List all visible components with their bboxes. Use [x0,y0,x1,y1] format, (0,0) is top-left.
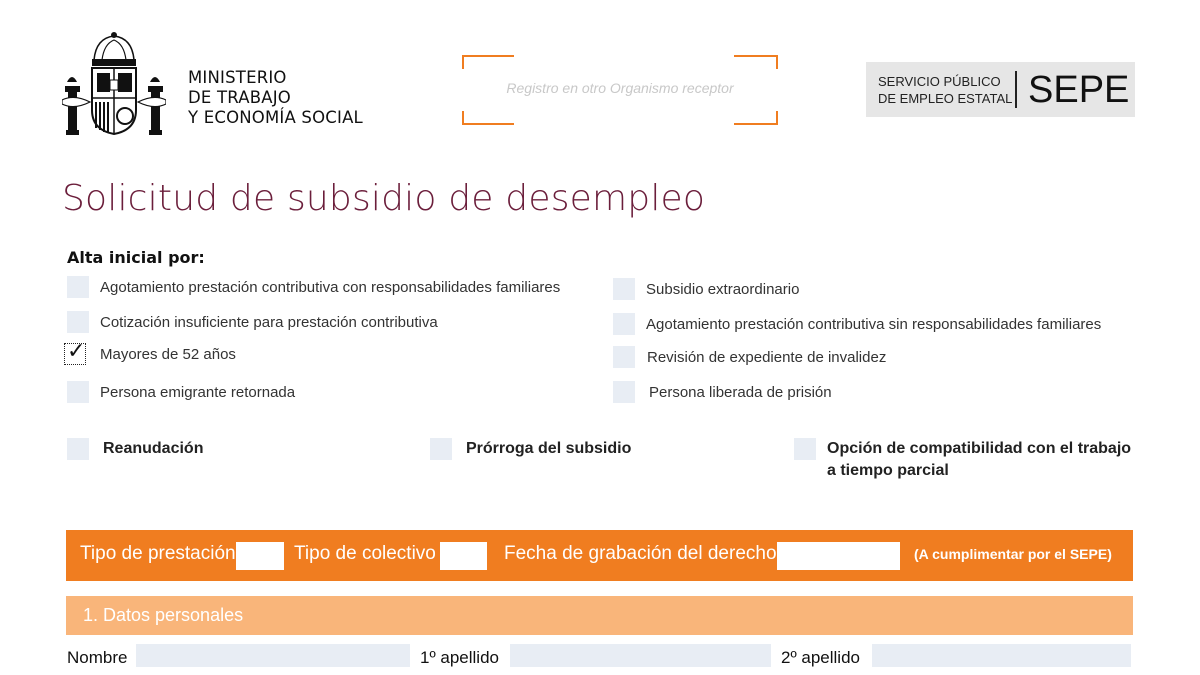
option-label: Persona liberada de prisión [649,383,832,401]
sepe-divider [1015,71,1017,108]
sepe-use-bar: Tipo de prestación Tipo de colectivo Fec… [66,530,1133,581]
tipo-colectivo-label: Tipo de colectivo [294,543,436,564]
sepe-subtitle-line: SERVICIO PÚBLICO [878,74,1001,89]
option-label-line: a tiempo parcial [827,462,949,479]
apellido2-label: 2º apellido [781,648,860,667]
tipo-colectivo-field[interactable] [440,542,487,570]
option-label: Persona emigrante retornada [100,383,296,401]
ministry-name: MINISTERIO DE TRABAJO Y ECONOMÍA SOCIAL [188,68,363,128]
fecha-grabacion-label: Fecha de grabación del derecho [504,543,777,564]
option-revision-invalidez[interactable]: Revisión de expediente de invalidez [613,346,886,368]
option-label: Reanudación [103,440,204,457]
checkbox[interactable] [430,438,452,460]
option-agotamiento-con-responsabilidades[interactable]: Agotamiento prestación contributiva con … [67,276,560,298]
corner-mark [462,55,514,69]
sepe-subtitle: SERVICIO PÚBLICO DE EMPLEO ESTATAL [878,73,1012,107]
option-persona-emigrante[interactable]: Persona emigrante retornada [67,381,295,403]
option-persona-liberada[interactable]: Persona liberada de prisión [613,381,832,403]
corner-mark [734,55,778,69]
option-mayores-52[interactable]: ✓ Mayores de 52 años [64,338,236,365]
checkbox[interactable] [613,278,635,300]
option-subsidio-extraordinario[interactable]: Subsidio extraordinario [613,278,799,300]
sepe-logo: SERVICIO PÚBLICO DE EMPLEO ESTATAL SEPE [866,62,1135,117]
option-label: Mayores de 52 años [100,345,236,363]
corner-mark [462,111,514,125]
option-label: Subsidio extraordinario [646,280,800,298]
sepe-note: (A cumplimentar por el SEPE) [914,546,1112,562]
spanish-coat-of-arms-icon [62,32,166,136]
checkbox[interactable] [67,276,89,298]
tipo-prestacion-label: Tipo de prestación [80,543,236,564]
nombre-label: Nombre [67,648,128,667]
section-datos-personales: 1. Datos personales [66,596,1133,635]
apellido1-label: 1º apellido [420,648,499,667]
ministry-line: MINISTERIO [188,68,287,87]
checkbox[interactable] [613,381,635,403]
nombre-input[interactable] [136,644,410,667]
option-reanudacion[interactable]: Reanudación [67,438,203,460]
option-label: Agotamiento prestación contributiva sin … [646,315,1102,333]
checkbox[interactable] [794,438,816,460]
fecha-grabacion-field[interactable] [777,542,900,570]
tipo-prestacion-field[interactable] [236,542,284,570]
section-title: 1. Datos personales [83,605,244,625]
option-label: Agotamiento prestación contributiva con … [100,278,561,296]
option-agotamiento-sin-responsabilidades[interactable]: Agotamiento prestación contributiva sin … [613,313,1101,335]
checkbox-checked[interactable]: ✓ [64,338,86,365]
apellido2-input[interactable] [872,644,1131,667]
checkbox[interactable] [613,346,635,368]
checkbox[interactable] [613,313,635,335]
option-prorroga[interactable]: Prórroga del subsidio [430,438,631,460]
apellido1-input[interactable] [510,644,771,667]
checkbox[interactable] [67,311,89,333]
registro-placeholder: Registro en otro Organismo receptor [506,80,734,96]
ministry-line: Y ECONOMÍA SOCIAL [188,108,363,127]
option-label-line: Opción de compatibilidad con el trabajo [827,440,1132,457]
registro-stamp-area: Registro en otro Organismo receptor [462,55,778,125]
option-label: Prórroga del subsidio [466,440,632,457]
page-title: Solicitud de subsidio de desempleo [62,178,706,219]
checkbox[interactable] [67,381,89,403]
option-label: Opción de compatibilidad con el trabajo … [827,438,1131,482]
option-label: Cotización insuficiente para prestación … [100,313,438,331]
sepe-wordmark: SEPE [1028,69,1130,111]
ministry-line: DE TRABAJO [188,88,291,107]
option-label: Revisión de expediente de invalidez [647,348,887,366]
option-cotizacion-insuficiente[interactable]: Cotización insuficiente para prestación … [67,311,438,333]
corner-mark [734,111,778,125]
check-mark-icon: ✓ [67,338,86,363]
sepe-subtitle-line: DE EMPLEO ESTATAL [878,91,1013,106]
option-compatibilidad-tiempo-parcial[interactable]: Opción de compatibilidad con el trabajo … [794,438,1131,482]
alta-heading: Alta inicial por: [67,248,205,267]
checkbox[interactable] [67,438,89,460]
